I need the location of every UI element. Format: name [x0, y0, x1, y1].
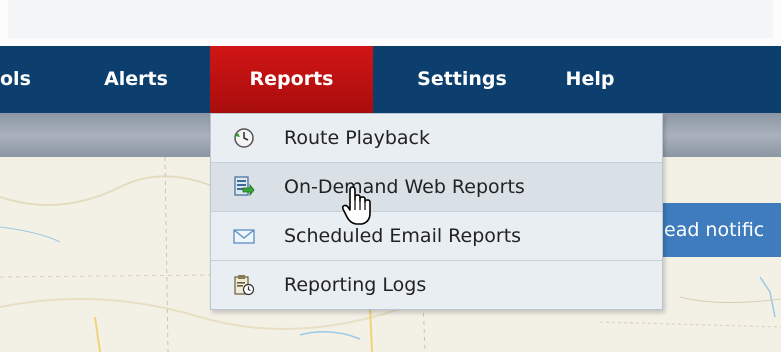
- menu-item-reporting-logs[interactable]: Reporting Logs: [211, 261, 662, 309]
- menu-item-route-playback[interactable]: Route Playback: [211, 114, 662, 163]
- top-bar: [0, 0, 781, 46]
- envelope-icon: [233, 225, 255, 247]
- notification-banner-text: ead notific: [664, 219, 765, 241]
- nav-item-help[interactable]: Help: [550, 46, 630, 113]
- nav-item-tools-label: ols: [0, 68, 31, 90]
- top-bar-inner: [8, 0, 773, 38]
- nav-item-alerts-label: Alerts: [104, 68, 168, 90]
- nav-item-alerts[interactable]: Alerts: [86, 46, 186, 113]
- nav-item-reports-label: Reports: [249, 68, 334, 90]
- nav-item-tools[interactable]: ols: [0, 46, 60, 113]
- clock-replay-icon: [233, 127, 255, 149]
- main-nav: ols Alerts Reports Settings Help: [0, 46, 781, 113]
- nav-item-settings-label: Settings: [417, 68, 507, 90]
- menu-item-on-demand-web-reports-label: On-Demand Web Reports: [284, 176, 525, 198]
- reports-dropdown-menu: Route Playback On-Demand Web Reports Sch…: [210, 113, 663, 310]
- menu-item-on-demand-web-reports[interactable]: On-Demand Web Reports: [211, 163, 662, 212]
- report-export-icon: [233, 176, 255, 198]
- nav-item-reports[interactable]: Reports: [210, 46, 373, 113]
- menu-item-scheduled-email-reports[interactable]: Scheduled Email Reports: [211, 212, 662, 261]
- menu-item-scheduled-email-reports-label: Scheduled Email Reports: [284, 225, 522, 247]
- nav-item-settings[interactable]: Settings: [392, 46, 532, 113]
- menu-item-reporting-logs-label: Reporting Logs: [284, 274, 427, 296]
- hand-pointer-cursor-icon: [341, 186, 373, 226]
- nav-item-help-label: Help: [565, 68, 615, 90]
- clipboard-clock-icon: [233, 274, 255, 296]
- menu-item-route-playback-label: Route Playback: [284, 127, 430, 149]
